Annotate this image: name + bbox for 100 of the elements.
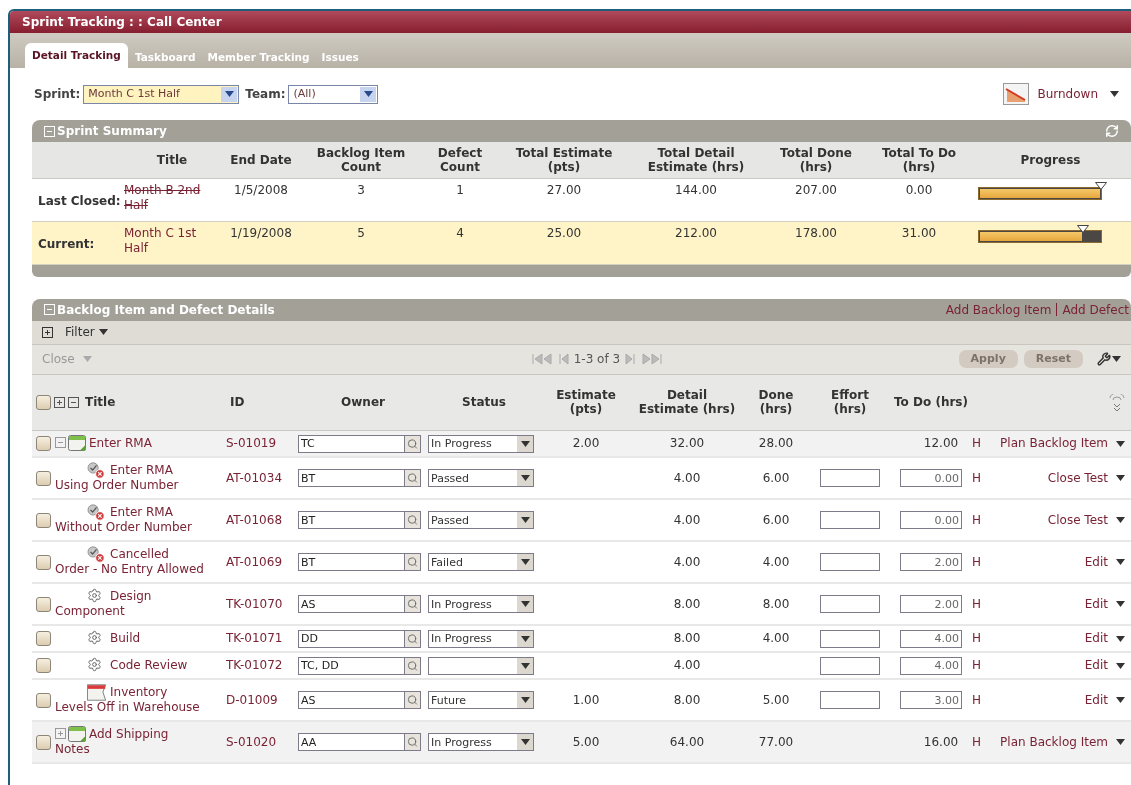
item-title[interactable]: Enter RMA (55, 436, 205, 451)
status-dropdown[interactable] (428, 656, 534, 675)
owner-field[interactable]: DD (298, 629, 404, 648)
action-menu[interactable]: Edit (1084, 596, 1125, 612)
add-link[interactable]: Add Defect (1062, 300, 1129, 319)
item-title[interactable]: Code Review (55, 658, 205, 673)
filter-menu[interactable]: Filter (65, 323, 108, 341)
status-dropdown[interactable]: Passed (428, 511, 534, 529)
status-dropdown[interactable]: Passed (428, 469, 534, 487)
checkbox[interactable] (36, 512, 51, 528)
search-icon[interactable] (404, 656, 421, 675)
dropdown[interactable]: (All) (288, 84, 379, 104)
story-card-icon (68, 726, 86, 742)
effort-input[interactable] (820, 553, 880, 571)
item-title[interactable]: Enter RMA Without Order Number (55, 505, 205, 535)
effort-input[interactable] (820, 656, 880, 675)
owner-field[interactable]: TC (298, 434, 404, 453)
table-cell: 5.00 (762, 692, 790, 707)
action-menu[interactable]: Edit (1084, 554, 1125, 570)
checkbox[interactable] (36, 436, 51, 451)
checkbox[interactable] (36, 394, 51, 410)
dropdown[interactable]: Month C 1st Half (83, 84, 240, 104)
column-header: Backlog Item Count (316, 145, 406, 174)
checkbox[interactable] (36, 658, 51, 673)
search-icon[interactable] (404, 553, 421, 571)
item-title[interactable]: Build (55, 631, 205, 646)
table-cell-text: 12.00 (922, 436, 959, 450)
caret-icon (98, 329, 108, 335)
expand-icon[interactable] (42, 326, 53, 338)
todo-input[interactable]: 4.00 (900, 656, 962, 675)
status-dropdown[interactable]: In Progress (428, 434, 534, 453)
status-dropdown[interactable]: Future (428, 691, 534, 709)
todo-input[interactable]: 2.00 (900, 595, 962, 613)
checkbox[interactable] (36, 596, 51, 612)
search-icon[interactable] (404, 434, 421, 453)
owner-field[interactable]: AS (298, 691, 404, 709)
status-dropdown[interactable]: In Progress (428, 733, 534, 751)
item-title[interactable]: Design Component (55, 589, 205, 619)
effort-input[interactable] (820, 629, 880, 648)
search-icon[interactable] (404, 733, 421, 751)
effort-input[interactable] (820, 469, 880, 487)
todo-input[interactable]: 0.00 (900, 469, 962, 487)
todo-input[interactable]: 3.00 (900, 691, 962, 709)
item-title[interactable]: Cancelled Order - No Entry Allowed (55, 547, 205, 577)
item-title[interactable]: Add Shipping Notes (55, 727, 205, 757)
effort-input[interactable] (820, 691, 880, 709)
item-id: D-01009 (226, 692, 278, 707)
owner-field[interactable]: BT (298, 553, 404, 571)
caret-icon (1116, 559, 1125, 565)
owner-field[interactable]: BT (298, 469, 404, 487)
search-icon[interactable] (404, 691, 421, 709)
search-icon[interactable] (404, 595, 421, 613)
table-cell: 25.00 (546, 225, 582, 240)
search-icon[interactable] (404, 629, 421, 648)
action-menu[interactable]: Plan Backlog Item (1000, 436, 1125, 451)
owner-field[interactable]: BT (298, 511, 404, 529)
checkbox[interactable] (36, 554, 51, 570)
wrench-icon[interactable] (1097, 352, 1111, 366)
checkbox[interactable] (36, 692, 51, 708)
collapse-icon[interactable] (68, 396, 79, 408)
action-menu[interactable]: Edit (1084, 658, 1125, 673)
action-menu[interactable]: Edit (1084, 631, 1125, 646)
table-cell: 27.00 (546, 182, 582, 197)
sprint-title: Month B 2nd Half (124, 182, 201, 212)
column-settings-icon[interactable] (1109, 393, 1125, 412)
status-dropdown[interactable]: In Progress (428, 595, 534, 613)
todo-input[interactable]: 4.00 (900, 629, 962, 648)
checkbox[interactable] (36, 470, 51, 486)
table-cell: 144.00 (675, 182, 717, 197)
collapse-icon[interactable] (55, 437, 66, 448)
search-icon[interactable] (404, 469, 421, 487)
item-title[interactable]: Enter RMA Using Order Number (55, 463, 205, 493)
burndown-menu[interactable]: Burndown (1003, 83, 1119, 105)
add-link[interactable]: Add Backlog Item (945, 300, 1052, 319)
checkbox[interactable] (36, 734, 51, 750)
item-id: TK-01072 (226, 658, 283, 672)
action-menu[interactable]: Close Test (1047, 470, 1125, 486)
gear-icon (87, 588, 102, 603)
effort-input[interactable] (820, 511, 880, 529)
expand-icon[interactable] (54, 396, 65, 408)
owner-field[interactable]: AA (298, 733, 404, 751)
action-menu[interactable]: Close Test (1047, 512, 1125, 528)
search-icon[interactable] (404, 511, 421, 529)
status-dropdown[interactable]: In Progress (428, 629, 534, 648)
owner-field[interactable]: AS (298, 595, 404, 613)
tab[interactable]: Detail Tracking (25, 43, 128, 68)
refresh-icon[interactable] (1105, 124, 1119, 138)
checkbox[interactable] (36, 631, 51, 646)
effort-input[interactable] (820, 595, 880, 613)
todo-input[interactable]: 0.00 (900, 511, 962, 529)
action-menu[interactable]: Edit (1084, 692, 1125, 708)
todo-input[interactable]: 2.00 (900, 553, 962, 571)
action-menu[interactable]: Plan Backlog Item (1000, 734, 1125, 750)
owner-field[interactable]: TC, DD (298, 656, 404, 675)
column-header: Done (hrs) (758, 388, 794, 417)
item-title[interactable]: Inventory Levels Off in Warehouse (55, 685, 205, 715)
column-header: Status (462, 395, 506, 410)
table-cell: 6.00 (762, 512, 790, 527)
column-header: Detail Estimate (hrs) (638, 388, 736, 417)
status-dropdown[interactable]: Failed (428, 553, 534, 571)
